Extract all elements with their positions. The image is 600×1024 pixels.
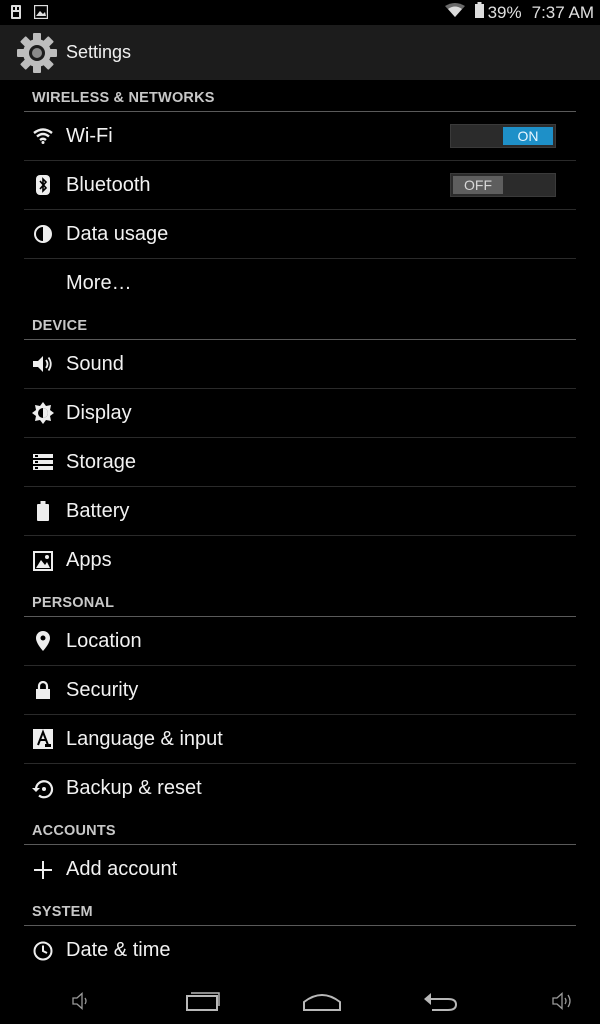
settings-item-add-account[interactable]: Add account xyxy=(24,845,576,894)
speaker-icon xyxy=(32,353,54,375)
volume-down-button[interactable] xyxy=(56,986,106,1016)
bluetooth-toggle-state: OFF xyxy=(453,176,503,194)
plus-icon xyxy=(32,859,54,881)
settings-item-label: Sound xyxy=(66,352,124,375)
settings-item-label: Backup & reset xyxy=(66,777,202,799)
settings-item-label: Display xyxy=(66,401,132,424)
status-notifications xyxy=(10,4,49,25)
settings-item-label: Bluetooth xyxy=(66,173,151,196)
settings-item-label: Add account xyxy=(66,858,178,880)
settings-item-bluetooth[interactable]: Bluetooth OFF xyxy=(24,161,576,210)
section-header-device: DEVICE xyxy=(24,308,576,340)
navigation-bar xyxy=(0,978,600,1024)
bluetooth-toggle[interactable]: OFF xyxy=(450,173,556,197)
battery-percent: 39% xyxy=(487,2,522,22)
settings-item-label: Data usage xyxy=(66,222,169,245)
settings-item-wifi[interactable]: Wi-Fi ON xyxy=(24,112,576,161)
home-button[interactable] xyxy=(297,986,347,1016)
back-button[interactable] xyxy=(416,986,466,1016)
settings-item-label: Security xyxy=(66,678,139,701)
settings-item-label: Battery xyxy=(66,499,130,522)
settings-item-date-time[interactable]: Date & time xyxy=(24,926,576,975)
settings-item-label: More… xyxy=(66,272,132,294)
usb-icon xyxy=(10,4,22,25)
settings-item-location[interactable]: Location xyxy=(24,617,576,666)
section-header-wireless: WIRELESS & NETWORKS xyxy=(24,80,576,112)
language-icon xyxy=(32,728,54,750)
action-bar: Settings xyxy=(0,25,600,80)
settings-item-security[interactable]: Security xyxy=(24,666,576,715)
settings-item-language[interactable]: Language & input xyxy=(24,715,576,764)
settings-item-backup[interactable]: Backup & reset xyxy=(24,764,576,813)
battery-icon xyxy=(474,2,484,23)
settings-item-label: Storage xyxy=(66,450,137,473)
volume-up-button[interactable] xyxy=(538,986,588,1016)
location-pin-icon xyxy=(32,630,54,652)
brightness-icon xyxy=(32,402,54,424)
volume-up-icon xyxy=(552,992,571,1010)
settings-item-battery[interactable]: Battery xyxy=(24,487,576,536)
settings-item-data-usage[interactable]: Data usage xyxy=(24,210,576,259)
status-indicators: 39% 7:37 AM xyxy=(444,2,594,23)
settings-item-label: Location xyxy=(66,629,142,652)
storage-icon xyxy=(32,451,54,473)
settings-gear-icon[interactable] xyxy=(14,30,60,76)
settings-item-display[interactable]: Display xyxy=(24,389,576,438)
data-usage-icon xyxy=(32,223,54,245)
lock-icon xyxy=(32,679,54,701)
backup-restore-icon xyxy=(32,778,54,800)
wifi-signal-icon xyxy=(444,2,465,23)
settings-item-sound[interactable]: Sound xyxy=(24,340,576,389)
recent-apps-button[interactable] xyxy=(178,986,228,1016)
section-header-system: SYSTEM xyxy=(24,894,576,926)
status-bar: 39% 7:37 AM xyxy=(0,0,600,25)
clock: 7:37 AM xyxy=(531,2,594,22)
apps-icon xyxy=(32,550,54,572)
recent-apps-icon xyxy=(186,992,220,1011)
settings-item-apps[interactable]: Apps xyxy=(24,536,576,585)
clock-icon xyxy=(32,940,54,962)
section-header-accounts: ACCOUNTS xyxy=(24,813,576,845)
image-icon xyxy=(33,4,49,24)
settings-item-label: Wi-Fi xyxy=(66,124,113,147)
settings-list[interactable]: WIRELESS & NETWORKS Wi-Fi ON Bluetooth O… xyxy=(0,80,600,975)
settings-item-storage[interactable]: Storage xyxy=(24,438,576,487)
bluetooth-icon xyxy=(32,174,54,196)
page-title: Settings xyxy=(66,42,132,62)
section-header-personal: PERSONAL xyxy=(24,585,576,617)
wifi-icon xyxy=(32,125,54,147)
home-icon xyxy=(303,994,341,1011)
settings-item-label: Apps xyxy=(66,549,112,571)
back-icon xyxy=(424,993,458,1011)
settings-item-label: Date & time xyxy=(66,939,171,961)
volume-down-icon xyxy=(72,992,87,1010)
settings-item-label: Language & input xyxy=(66,727,223,750)
battery-icon xyxy=(32,500,54,522)
wifi-toggle-state: ON xyxy=(503,127,553,145)
settings-item-more[interactable]: More… xyxy=(24,259,576,308)
wifi-toggle[interactable]: ON xyxy=(450,124,556,148)
